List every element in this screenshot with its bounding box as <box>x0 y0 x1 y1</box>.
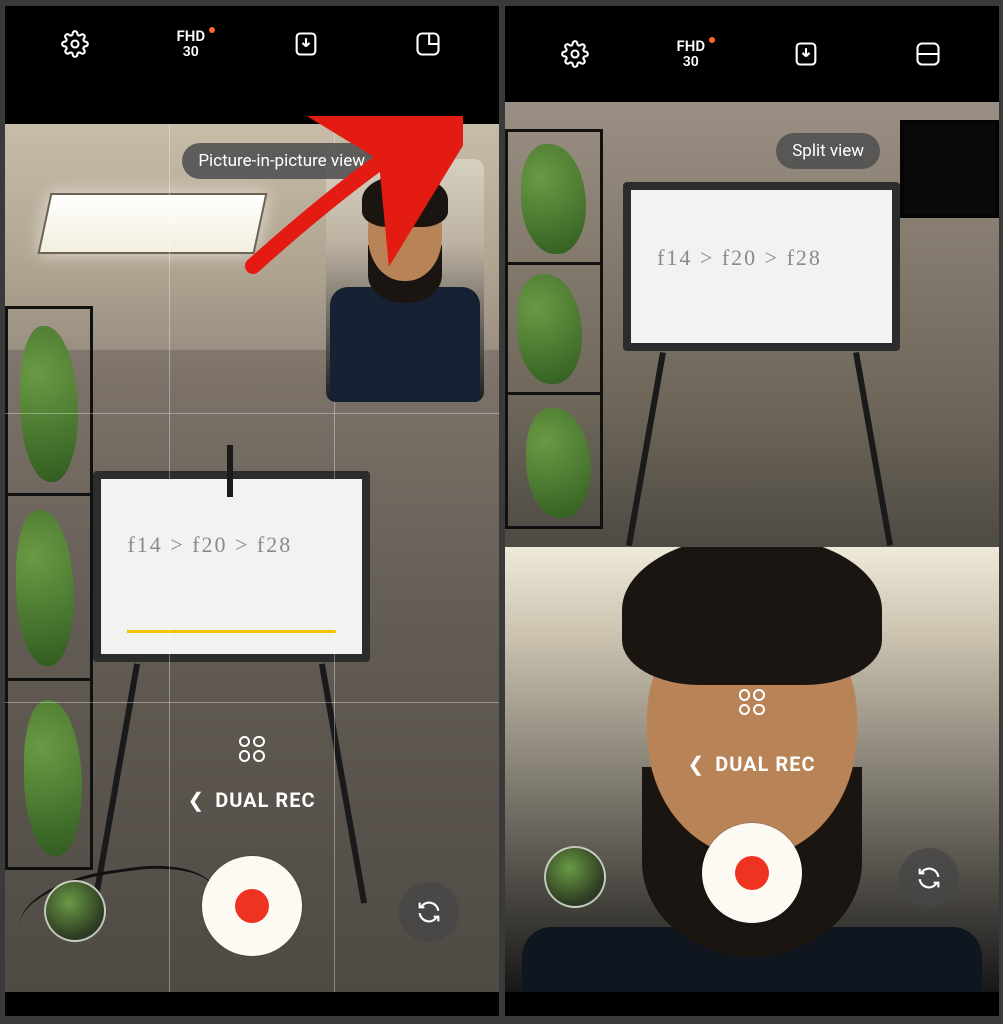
viewfinder[interactable]: f14 > f20 > f28 Picture-in-pi <box>5 124 499 992</box>
chevron-left-icon: ❮ <box>187 788 205 812</box>
mode-label: DUAL REC <box>715 752 815 776</box>
rear-camera-preview: f14 > f20 > f28 <box>505 102 999 547</box>
filters-icon[interactable] <box>239 736 265 762</box>
chevron-left-icon: ❮ <box>687 752 705 776</box>
resolution-button[interactable]: FHD 30 <box>676 39 705 69</box>
switch-camera-button[interactable] <box>399 882 459 942</box>
gallery-thumbnail[interactable] <box>44 880 106 942</box>
camera-topbar: FHD 30 <box>505 6 999 102</box>
record-button[interactable] <box>202 856 302 956</box>
phone-right: FHD 30 f14 > f20 > f28 <box>505 6 999 1016</box>
phone-left: FHD 30 f14 > f20 > f28 <box>5 6 499 1016</box>
mode-selector[interactable]: ❮ DUAL REC <box>187 788 315 812</box>
resolution-button[interactable]: FHD 30 <box>176 29 205 59</box>
resolution-value: FHD <box>176 27 205 45</box>
hdr-indicator-icon <box>209 27 215 33</box>
viewfinder[interactable]: f14 > f20 > f28 Split view ❮ DUAL <box>505 102 999 992</box>
save-to-gallery-icon[interactable] <box>786 34 826 74</box>
whiteboard: f14 > f20 > f28 <box>93 471 370 662</box>
camera-topbar: FHD 30 <box>5 6 499 82</box>
whiteboard: f14 > f20 > f28 <box>623 182 900 351</box>
layout-toggle-icon[interactable] <box>408 24 448 64</box>
fps-value: 30 <box>176 45 205 60</box>
hdr-indicator-icon <box>709 37 715 43</box>
switch-camera-button[interactable] <box>899 848 959 908</box>
record-indicator-icon <box>735 856 769 890</box>
layout-tooltip: Picture-in-picture view <box>182 143 381 179</box>
pip-front-camera[interactable] <box>326 159 484 402</box>
mode-label: DUAL REC <box>215 788 315 812</box>
settings-icon[interactable] <box>555 34 595 74</box>
settings-icon[interactable] <box>55 24 95 64</box>
whiteboard-text: f14 > f20 > f28 <box>127 532 336 558</box>
mode-selector[interactable]: ❮ DUAL REC <box>687 752 815 776</box>
fps-value: 30 <box>676 55 705 70</box>
gallery-thumbnail[interactable] <box>544 846 606 908</box>
resolution-value: FHD <box>676 37 705 55</box>
layout-tooltip: Split view <box>776 133 880 169</box>
record-button[interactable] <box>702 823 802 923</box>
layout-toggle-icon[interactable] <box>908 34 948 74</box>
whiteboard-text: f14 > f20 > f28 <box>657 245 866 271</box>
tv-screen <box>900 120 999 218</box>
save-to-gallery-icon[interactable] <box>286 24 326 64</box>
filters-icon[interactable] <box>739 689 765 715</box>
record-indicator-icon <box>235 889 269 923</box>
